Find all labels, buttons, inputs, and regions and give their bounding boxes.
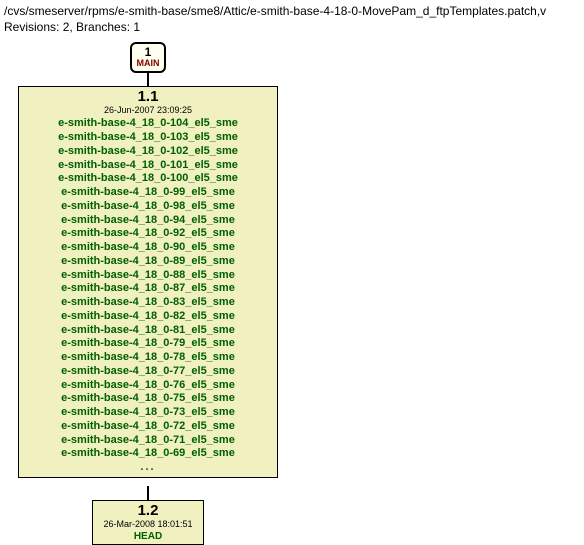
tag: e-smith-base-4_18_0-98_el5_sme <box>23 200 273 214</box>
tag: e-smith-base-4_18_0-101_el5_sme <box>23 159 273 173</box>
tag: e-smith-base-4_18_0-94_el5_sme <box>23 214 273 228</box>
tag: e-smith-base-4_18_0-73_el5_sme <box>23 406 273 420</box>
tag: e-smith-base-4_18_0-76_el5_sme <box>23 379 273 393</box>
tag: e-smith-base-4_18_0-82_el5_sme <box>23 310 273 324</box>
revision-date: 26-Jun-2007 23:09:25 <box>23 106 273 116</box>
tag: e-smith-base-4_18_0-71_el5_sme <box>23 434 273 448</box>
tag: e-smith-base-4_18_0-89_el5_sme <box>23 255 273 269</box>
tag: e-smith-base-4_18_0-81_el5_sme <box>23 324 273 338</box>
tag: e-smith-base-4_18_0-78_el5_sme <box>23 351 273 365</box>
tag: e-smith-base-4_18_0-103_el5_sme <box>23 131 273 145</box>
revision-date: 26-Mar-2008 18:01:51 <box>97 520 199 530</box>
tag: e-smith-base-4_18_0-92_el5_sme <box>23 227 273 241</box>
tag: e-smith-base-4_18_0-88_el5_sme <box>23 269 273 283</box>
more-tags-ellipsis: ... <box>23 461 273 473</box>
tag: e-smith-base-4_18_0-100_el5_sme <box>23 172 273 186</box>
tag: e-smith-base-4_18_0-75_el5_sme <box>23 392 273 406</box>
head-label: HEAD <box>97 531 199 542</box>
connector-line <box>147 486 149 500</box>
tag: e-smith-base-4_18_0-83_el5_sme <box>23 296 273 310</box>
tag: e-smith-base-4_18_0-72_el5_sme <box>23 420 273 434</box>
revision-number: 1.2 <box>97 503 199 520</box>
revision-node-2[interactable]: 1.2 26-Mar-2008 18:01:51 HEAD <box>92 500 204 545</box>
branch-label: MAIN <box>132 59 164 69</box>
revisions-summary: Revisions: 2, Branches: 1 <box>4 20 580 34</box>
repo-path: /cvs/smeserver/rpms/e-smith-base/sme8/At… <box>4 4 580 18</box>
tag: e-smith-base-4_18_0-87_el5_sme <box>23 282 273 296</box>
tag: e-smith-base-4_18_0-104_el5_sme <box>23 117 273 131</box>
connector-line <box>147 72 149 86</box>
tag: e-smith-base-4_18_0-79_el5_sme <box>23 337 273 351</box>
tag-list: e-smith-base-4_18_0-104_el5_smee-smith-b… <box>23 117 273 461</box>
tag: e-smith-base-4_18_0-69_el5_sme <box>23 447 273 461</box>
revision-number: 1.1 <box>23 89 273 106</box>
tag: e-smith-base-4_18_0-99_el5_sme <box>23 186 273 200</box>
revision-graph: 1 MAIN 1.1 26-Jun-2007 23:09:25 e-smith-… <box>4 40 580 540</box>
tag: e-smith-base-4_18_0-77_el5_sme <box>23 365 273 379</box>
revision-node-1[interactable]: 1.1 26-Jun-2007 23:09:25 e-smith-base-4_… <box>18 86 278 478</box>
branch-node[interactable]: 1 MAIN <box>130 42 166 73</box>
tag: e-smith-base-4_18_0-102_el5_sme <box>23 145 273 159</box>
tag: e-smith-base-4_18_0-90_el5_sme <box>23 241 273 255</box>
